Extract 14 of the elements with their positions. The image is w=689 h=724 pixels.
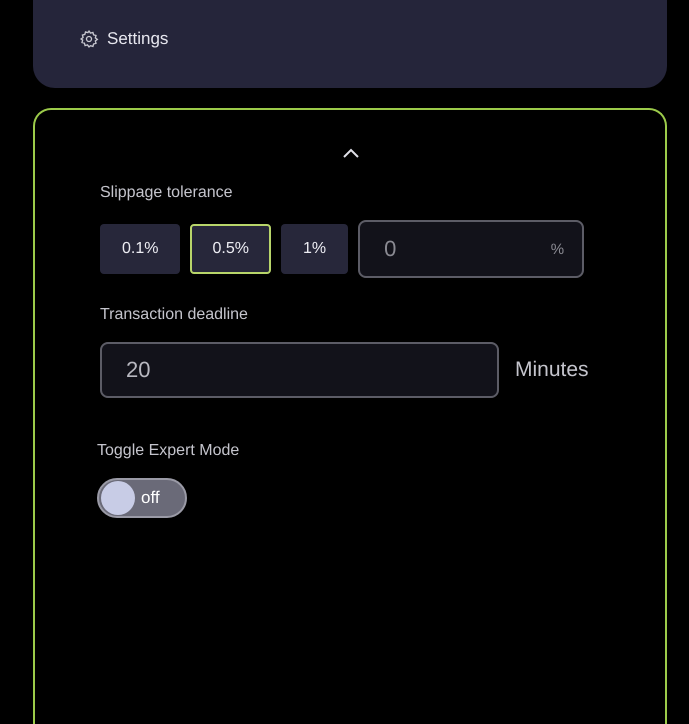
settings-label: Settings	[107, 29, 168, 49]
slippage-option[interactable]: 0.1%	[100, 224, 180, 274]
expert-mode-label: Toggle Expert Mode	[97, 442, 240, 460]
settings-card[interactable]: Settings	[33, 0, 667, 88]
deadline-label: Transaction deadline	[100, 306, 249, 324]
slippage-option[interactable]: 0.5%	[190, 224, 271, 274]
percent-unit: %	[550, 240, 564, 258]
expert-mode-toggle[interactable]: off	[97, 478, 187, 518]
slippage-option[interactable]: 1%	[280, 224, 348, 274]
slippage-label: Slippage tolerance	[100, 184, 234, 202]
minutes-unit: Minutes	[515, 358, 589, 382]
gear-icon	[79, 29, 99, 49]
chevron-icon[interactable]	[342, 148, 358, 158]
deadline-field[interactable]: 20	[100, 342, 499, 398]
